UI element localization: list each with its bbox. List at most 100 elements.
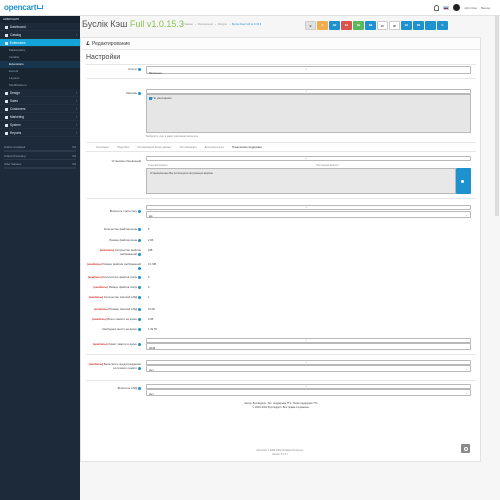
settings-button[interactable] xyxy=(461,444,470,453)
tab-support[interactable]: Техническая поддержка xyxy=(232,146,262,149)
monitor-icon xyxy=(5,91,8,95)
sidebar-item-extensions[interactable]: Extensions ⌄ xyxy=(0,39,80,47)
info-row-label: (кешбисы) Количество записей в БД xyxy=(86,295,141,300)
info-row-value: 2 КБ xyxy=(148,239,154,242)
info-row-value: 1 xyxy=(148,296,150,299)
toolbar-button[interactable]: B xyxy=(305,21,316,30)
breadcrumb-home[interactable]: Главная xyxy=(183,23,193,26)
updates-chevron-row[interactable]: ⌃ xyxy=(146,156,471,161)
stat-other-statuses: Other Statuses 0% xyxy=(4,163,76,169)
help-icon[interactable] xyxy=(138,296,141,299)
logout-link[interactable]: Выход xyxy=(481,6,490,10)
chevron-down-icon: ⌄ xyxy=(465,367,468,371)
toolbar-button[interactable]: ЗБ xyxy=(353,21,364,30)
sidebar-item-marketing[interactable]: Marketing › xyxy=(0,113,80,121)
toolbar-button[interactable]: ЗР xyxy=(389,21,400,30)
stat-chevron-row[interactable]: ⌃ xyxy=(146,205,471,210)
status-select[interactable]: ⌃ Включено xyxy=(146,66,471,75)
tabs: Основные Подробно Оптимизация Кеша данны… xyxy=(96,146,262,149)
sidebar-item-system[interactable]: System › xyxy=(0,121,80,129)
sidebar-sub-extensions[interactable]: Extensions xyxy=(0,61,80,68)
help-icon[interactable] xyxy=(138,252,141,256)
cog-icon xyxy=(5,123,8,127)
lifetime-input[interactable]: 2048 xyxy=(146,343,471,350)
footer-version: Version 3.0.3.7 xyxy=(272,453,288,456)
help-icon[interactable] xyxy=(138,387,141,390)
help-icon[interactable] xyxy=(138,343,141,346)
sidebar-item-dashboard[interactable]: Dashboard xyxy=(0,23,80,31)
info-row-label: (кешбисы) Размер файлов css/js xyxy=(86,285,141,290)
stat-label: Включить статистику xyxy=(91,209,141,214)
help-icon[interactable] xyxy=(138,228,141,231)
updates-label: Установка обновлений xyxy=(111,159,141,163)
scrollbar[interactable] xyxy=(495,16,499,216)
update-button[interactable] xyxy=(456,168,471,194)
help-icon[interactable] xyxy=(138,210,141,213)
toolbar-button[interactable]: ЗВ xyxy=(413,21,424,30)
sidebar-sub-events[interactable]: Events xyxy=(0,68,80,75)
sidebar-item-sales[interactable]: Sales › xyxy=(0,97,80,105)
stat-select[interactable]: Да ⌄ xyxy=(146,211,471,218)
info-row-value: 4.6Б xyxy=(148,318,154,321)
toolbar-button[interactable]: АВ xyxy=(329,21,340,30)
divider xyxy=(86,151,476,152)
toolbar-button[interactable]: ЗС xyxy=(377,21,388,30)
sidebar-sub-marketplace[interactable]: Marketplace xyxy=(0,47,80,54)
chevron-right-icon: › xyxy=(75,33,77,37)
predl-select[interactable]: Нет ⌄ xyxy=(146,365,471,372)
tab-optimization[interactable]: Оптимизация xyxy=(180,146,197,149)
sidebar-item-catalog[interactable]: Catalog › xyxy=(0,31,80,39)
user-name[interactable]: John Doe xyxy=(464,6,477,10)
sidebar-sub-installer[interactable]: Installer xyxy=(0,54,80,61)
help-icon[interactable] xyxy=(138,266,141,270)
divider xyxy=(86,78,476,79)
avatar[interactable] xyxy=(453,4,461,11)
bell-icon[interactable] xyxy=(434,4,440,11)
info-row-value: 5 xyxy=(148,228,150,231)
user-icon xyxy=(5,107,8,111)
toolbar-button[interactable]: ↑ xyxy=(425,21,436,30)
info-row-value: 0 xyxy=(148,286,150,289)
sidebar-sub-layouts[interactable]: Layouts xyxy=(0,75,80,82)
breadcrumb-extensions[interactable]: Расширения xyxy=(198,23,213,26)
settings-panel: Редактирование Настройки Статус ⌃ Включе… xyxy=(80,37,481,462)
help-icon[interactable] xyxy=(138,276,141,279)
info-row-label: (кешбисы) Количество файлов изображений xyxy=(99,248,141,256)
sidebar-item-customers[interactable]: Customers › xyxy=(0,105,80,113)
breadcrumb-modules[interactable]: Модули xyxy=(218,23,227,26)
tab-detail[interactable]: Подробно xyxy=(117,146,129,149)
bd-label: Включить в БД xyxy=(91,386,141,391)
sidebar-item-design[interactable]: Design › xyxy=(0,89,80,97)
info-row-value: 0 xyxy=(148,276,150,279)
chevron-right-icon: › xyxy=(75,107,77,111)
stores-box[interactable]: По умолчанию xyxy=(146,94,471,133)
bd-select[interactable]: Нет ⌄ xyxy=(146,389,471,396)
help-icon[interactable] xyxy=(138,328,141,331)
help-icon[interactable] xyxy=(138,308,141,311)
stores-option[interactable]: По умолчанию xyxy=(149,96,171,100)
cart-logo-icon xyxy=(37,5,44,9)
checkbox[interactable] xyxy=(149,97,152,100)
footer-copyright: OpenCart © 2009-2022 All Rights Reserved… xyxy=(256,449,304,452)
help-icon[interactable] xyxy=(138,366,141,370)
help-icon[interactable] xyxy=(138,318,141,321)
help-icon[interactable] xyxy=(138,239,141,242)
tab-data-cache[interactable]: Оптимизация Кеша данных xyxy=(137,146,171,149)
sidebar-sub-modifications[interactable]: Modifications xyxy=(0,82,80,89)
info-row-label: (кешбисы) Размер файлов изображений xyxy=(86,262,141,270)
updates-current-label: Текущая версия xyxy=(148,164,168,167)
toolbar-button[interactable]: АВ xyxy=(365,21,376,30)
toolbar-button[interactable]: ↻ xyxy=(437,21,448,30)
toolbar-button[interactable]: ЗА xyxy=(341,21,352,30)
language-flag-icon[interactable] xyxy=(443,5,450,10)
toolbar-button[interactable]: ☆ xyxy=(317,21,328,30)
help-icon[interactable] xyxy=(138,92,141,95)
sidebar-item-reports[interactable]: Reports › xyxy=(0,129,80,137)
help-icon[interactable] xyxy=(138,68,141,71)
tab-additional[interactable]: Дополнительно xyxy=(204,146,223,149)
tab-main[interactable]: Основные xyxy=(96,146,109,149)
breadcrumb-current[interactable]: Буслік Кэш Full v1.0.15.3 xyxy=(232,23,261,26)
help-icon[interactable] xyxy=(138,286,141,289)
opencart-logo[interactable]: opencart xyxy=(4,3,44,12)
toolbar-button[interactable]: ЗА xyxy=(401,21,412,30)
